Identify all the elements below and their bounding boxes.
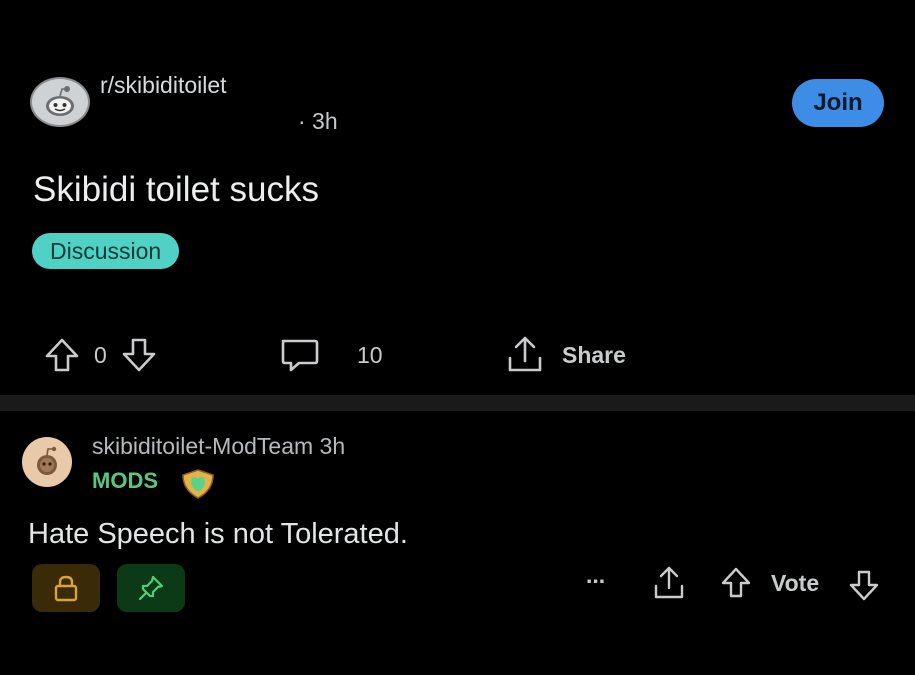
- mod-shield-icon: [180, 468, 216, 500]
- section-divider: [0, 395, 915, 411]
- pinned-indicator-button[interactable]: [117, 564, 185, 612]
- subreddit-avatar[interactable]: [30, 77, 90, 127]
- lock-icon: [54, 575, 78, 602]
- post-score: 0: [94, 341, 107, 368]
- post-flair[interactable]: Discussion: [32, 233, 180, 269]
- post-timestamp: · 3h: [298, 108, 338, 134]
- post-title[interactable]: Skibidi toilet sucks: [33, 170, 319, 210]
- comment-author[interactable]: skibiditoilet-ModTeam 3h: [92, 433, 345, 460]
- share-icon: [508, 336, 542, 372]
- join-button[interactable]: Join: [792, 79, 884, 127]
- upvote-icon[interactable]: [42, 335, 82, 375]
- mods-badge: MODS: [92, 468, 158, 493]
- more-options-button[interactable]: ...: [586, 562, 605, 589]
- comment-bubble-icon: [281, 339, 319, 372]
- comments-button[interactable]: 10: [277, 330, 383, 380]
- post-vote-group: 0: [42, 330, 159, 380]
- downvote-icon: [849, 570, 879, 601]
- subreddit-name[interactable]: r/skibiditoilet: [100, 72, 227, 99]
- share-icon: [654, 566, 684, 599]
- share-button[interactable]: Share: [504, 330, 626, 380]
- vote-label: Vote: [771, 570, 820, 596]
- comment-share-button[interactable]: [651, 565, 687, 601]
- pin-icon: [138, 575, 164, 601]
- comment-count: 10: [357, 341, 383, 368]
- share-label: Share: [562, 341, 626, 368]
- snoo-avatar-icon: [37, 446, 57, 475]
- reddit-snoo-icon: [46, 86, 74, 116]
- commenter-avatar[interactable]: [22, 437, 72, 487]
- downvote-icon[interactable]: [119, 335, 159, 375]
- comment-upvote-button[interactable]: [718, 565, 754, 601]
- upvote-icon: [721, 567, 751, 598]
- comment-downvote-button[interactable]: [846, 567, 882, 603]
- locked-indicator-button[interactable]: [32, 564, 100, 612]
- comment-body: Hate Speech is not Tolerated.: [28, 518, 408, 550]
